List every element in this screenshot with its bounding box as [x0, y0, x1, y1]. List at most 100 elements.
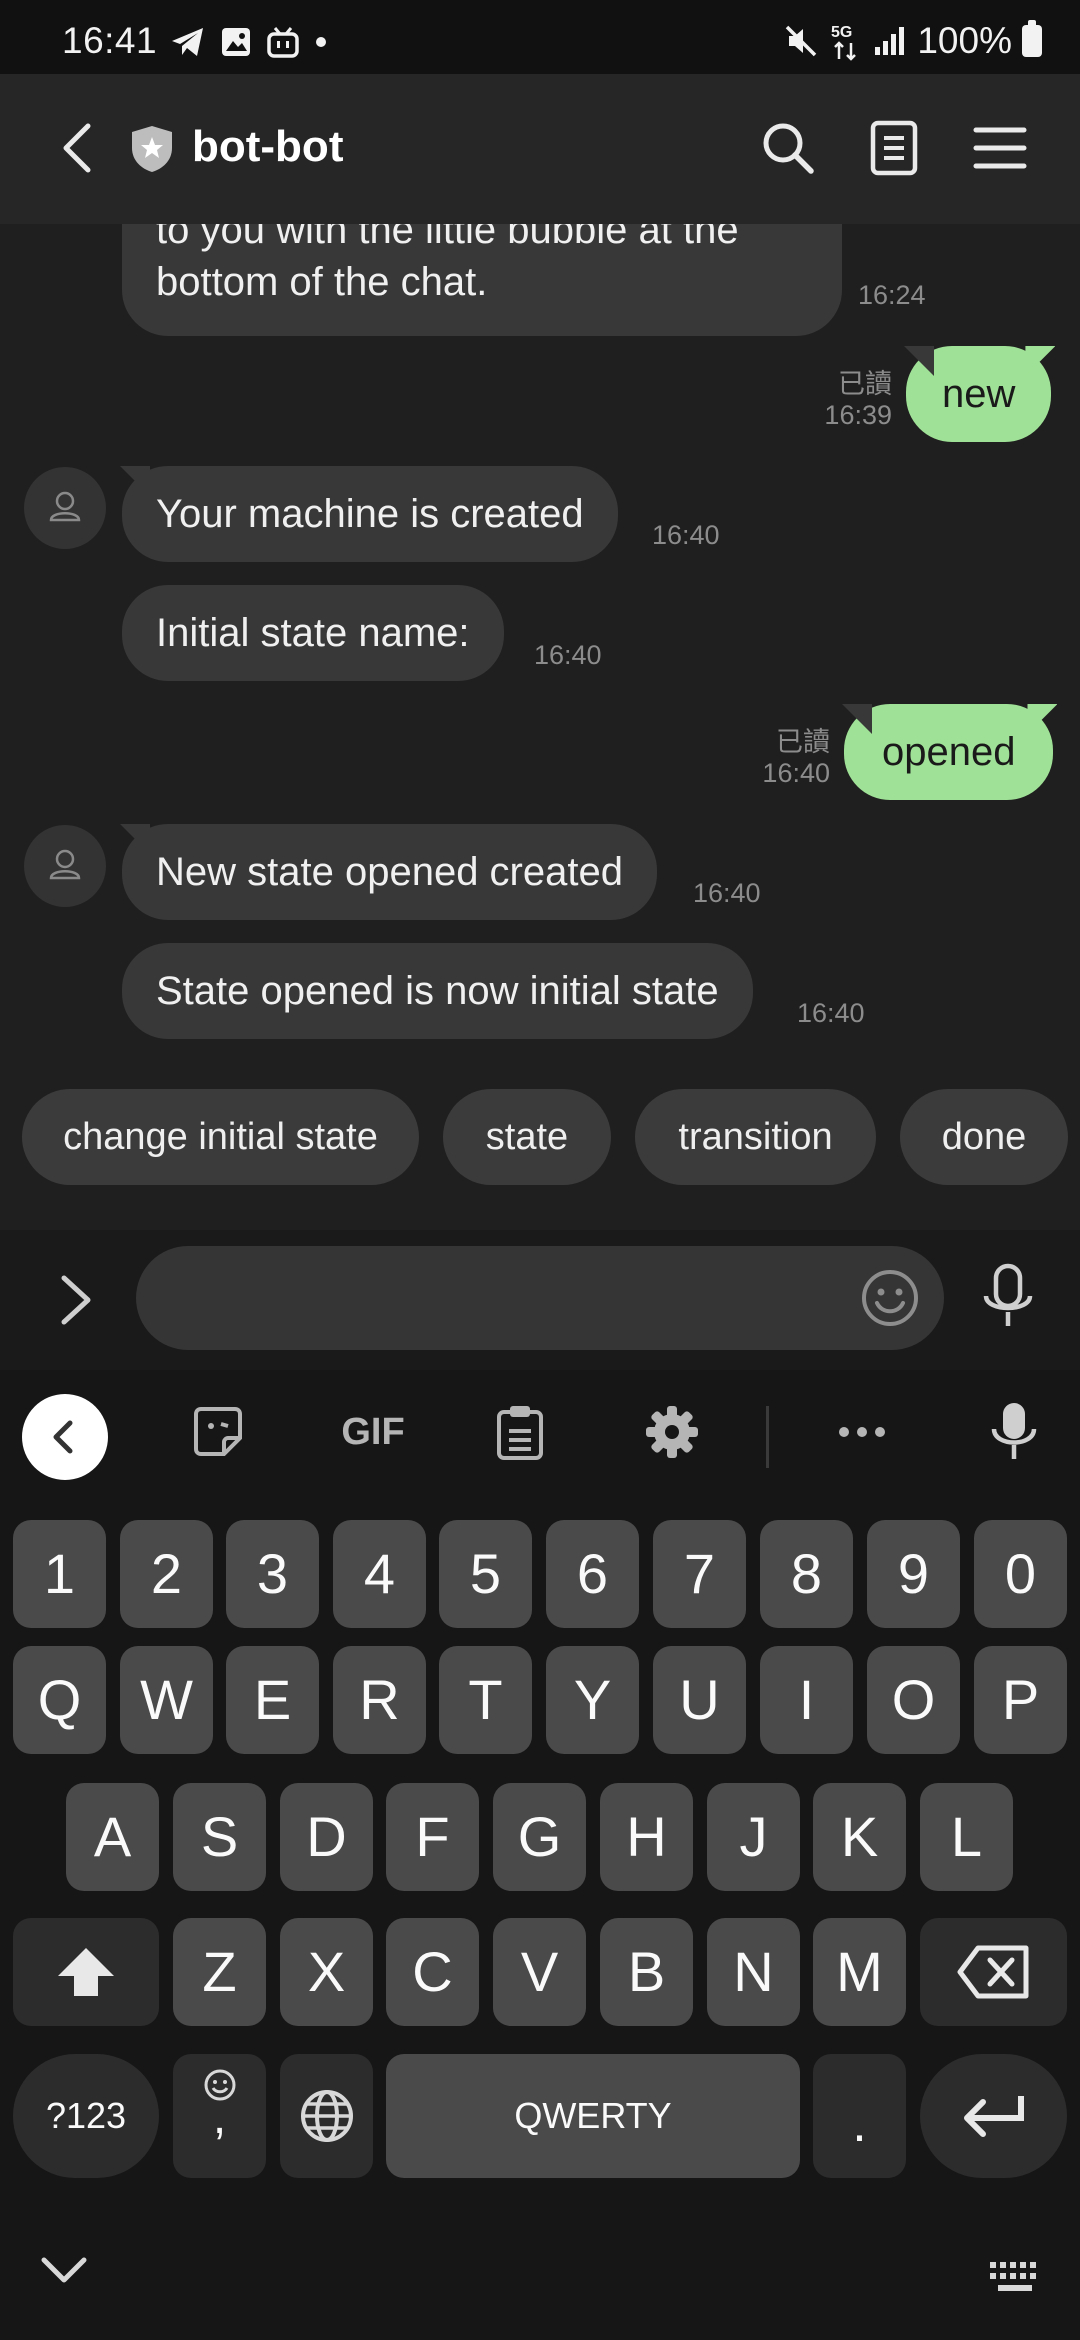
settings-button[interactable]: [632, 1392, 712, 1472]
backspace-icon: [957, 1945, 1028, 1999]
keyboard: GIF 1 2 3 4 5 6 7 8 9 0 Q W E R T Y U I …: [0, 1370, 1080, 2340]
key-4[interactable]: 4: [333, 1520, 426, 1628]
key-k[interactable]: K: [813, 1783, 906, 1891]
quick-reply-transition[interactable]: transition: [635, 1089, 876, 1185]
message-time: 16:40: [693, 878, 761, 908]
keyboard-toolbar-back-button[interactable]: [22, 1394, 108, 1480]
symbols-key[interactable]: ?123: [13, 2054, 159, 2178]
notes-icon[interactable]: [864, 118, 924, 178]
space-key[interactable]: QWERTY: [386, 2054, 800, 2178]
key-a[interactable]: A: [66, 1783, 159, 1891]
key-e[interactable]: E: [226, 1646, 319, 1754]
message-bubble-incoming[interactable]: Initial state name:: [122, 585, 504, 681]
key-1[interactable]: 1: [13, 1520, 106, 1628]
quick-reply-state[interactable]: state: [443, 1089, 611, 1185]
back-button[interactable]: [50, 118, 110, 178]
message-list[interactable]: to you with the little bubble at the bot…: [0, 224, 1080, 1230]
emoji-icon[interactable]: [860, 1268, 920, 1328]
quick-reply-done[interactable]: done: [900, 1089, 1068, 1185]
message-text: opened: [882, 730, 1016, 774]
comma-label: ,: [212, 2091, 227, 2144]
message-bubble-incoming[interactable]: State opened is now initial state: [122, 943, 753, 1039]
shift-key[interactable]: [13, 1918, 159, 2026]
person-icon: [49, 491, 81, 522]
expand-chevron-icon[interactable]: [50, 1270, 100, 1330]
microphone-icon: [991, 1403, 1037, 1459]
language-key[interactable]: [280, 2054, 373, 2178]
period-key[interactable]: .: [813, 2054, 906, 2178]
key-0[interactable]: 0: [974, 1520, 1067, 1628]
message-text: New state opened created: [156, 850, 623, 894]
globe-icon: [300, 2090, 353, 2142]
chat-header: bot-bot: [0, 74, 1080, 224]
key-g[interactable]: G: [493, 1783, 586, 1891]
key-7[interactable]: 7: [653, 1520, 746, 1628]
composer: [0, 1230, 1080, 1370]
key-o[interactable]: O: [867, 1646, 960, 1754]
key-t[interactable]: T: [439, 1646, 532, 1754]
enter-icon: [963, 2096, 1024, 2137]
read-receipt: 已讀: [776, 727, 830, 757]
bot-avatar[interactable]: [24, 825, 106, 907]
keyboard-switch-icon[interactable]: [988, 2260, 1042, 2296]
message-input[interactable]: [136, 1246, 944, 1350]
message-text: State opened is now initial state: [156, 969, 719, 1013]
chat-title[interactable]: bot-bot: [192, 122, 343, 172]
chevron-left-icon: [53, 1420, 73, 1454]
key-y[interactable]: Y: [546, 1646, 639, 1754]
comma-emoji-key[interactable]: ,: [173, 2054, 266, 2178]
key-l[interactable]: L: [920, 1783, 1013, 1891]
enter-key[interactable]: [920, 2054, 1067, 2178]
bot-avatar[interactable]: [24, 467, 106, 549]
bot-app-icon: [267, 27, 299, 58]
key-w[interactable]: W: [120, 1646, 213, 1754]
clipboard-button[interactable]: [480, 1392, 560, 1472]
menu-icon[interactable]: [970, 118, 1030, 178]
key-f[interactable]: F: [386, 1783, 479, 1891]
key-u[interactable]: U: [653, 1646, 746, 1754]
message-bubble-incoming[interactable]: New state opened created: [122, 824, 657, 920]
key-p[interactable]: P: [974, 1646, 1067, 1754]
sticker-button[interactable]: [178, 1392, 258, 1472]
status-bar: 16:41 5G 100%: [0, 0, 1080, 74]
message-text: Initial state name:: [156, 611, 470, 655]
gallery-icon: [222, 28, 250, 56]
search-icon[interactable]: [758, 118, 818, 178]
microphone-icon[interactable]: [980, 1262, 1036, 1334]
key-5[interactable]: 5: [439, 1520, 532, 1628]
key-2[interactable]: 2: [120, 1520, 213, 1628]
key-8[interactable]: 8: [760, 1520, 853, 1628]
key-j[interactable]: J: [707, 1783, 800, 1891]
gear-icon: [646, 1406, 698, 1458]
message-time: 16:39: [824, 400, 892, 430]
key-m[interactable]: M: [813, 1918, 906, 2026]
key-x[interactable]: X: [280, 1918, 373, 2026]
key-v[interactable]: V: [493, 1918, 586, 2026]
message-bubble-incoming[interactable]: Your machine is created: [122, 466, 618, 562]
more-options-button[interactable]: [822, 1392, 902, 1472]
message-time: 16:40: [534, 640, 602, 670]
key-6[interactable]: 6: [546, 1520, 639, 1628]
key-9[interactable]: 9: [867, 1520, 960, 1628]
key-z[interactable]: Z: [173, 1918, 266, 2026]
key-n[interactable]: N: [707, 1918, 800, 2026]
key-i[interactable]: I: [760, 1646, 853, 1754]
voice-input-button[interactable]: [974, 1392, 1054, 1472]
key-r[interactable]: R: [333, 1646, 426, 1754]
message-bubble-outgoing[interactable]: new: [906, 346, 1052, 442]
message-bubble-incoming[interactable]: to you with the little bubble at the bot…: [122, 224, 842, 336]
mute-icon: [786, 25, 817, 57]
backspace-key[interactable]: [920, 1918, 1067, 2026]
key-s[interactable]: S: [173, 1783, 266, 1891]
key-c[interactable]: C: [386, 1918, 479, 2026]
key-q[interactable]: Q: [13, 1646, 106, 1754]
key-3[interactable]: 3: [226, 1520, 319, 1628]
gif-button[interactable]: GIF: [328, 1392, 418, 1472]
hide-keyboard-chevron-icon[interactable]: [36, 2250, 92, 2290]
key-h[interactable]: H: [600, 1783, 693, 1891]
quick-reply-change-initial-state[interactable]: change initial state: [22, 1089, 419, 1185]
status-time: 16:41: [62, 20, 158, 61]
key-d[interactable]: D: [280, 1783, 373, 1891]
message-bubble-outgoing[interactable]: opened: [844, 704, 1054, 800]
key-b[interactable]: B: [600, 1918, 693, 2026]
